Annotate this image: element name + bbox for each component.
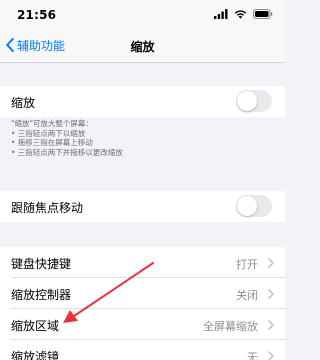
footnote-line: "缩放"可放大整个屏幕： xyxy=(11,119,93,128)
chevron-right-icon xyxy=(268,289,274,299)
footnote-line: • 三指轻点两下以缩放 xyxy=(11,128,86,138)
row-label: 缩放滤镜 xyxy=(11,350,60,360)
follow-focus-label: 跟随焦点移动 xyxy=(11,201,84,215)
row-value: 关闭 xyxy=(236,289,258,302)
zoom-controller-row[interactable]: 缩放控制器 关闭 xyxy=(0,278,285,309)
wifi-icon xyxy=(234,10,247,19)
zoom-filter-row[interactable]: 缩放滤镜 无 xyxy=(0,340,285,360)
status-icons xyxy=(214,9,273,19)
zoom-region-row[interactable]: 缩放区域 全屏幕缩放 xyxy=(0,309,285,340)
toggle-knob xyxy=(237,196,257,216)
page-title: 缩放 xyxy=(130,40,155,54)
row-value: 全屏幕缩放 xyxy=(203,320,258,333)
row-label: 缩放区域 xyxy=(11,319,60,333)
row-value: 打开 xyxy=(236,258,258,271)
zoom-label: 缩放 xyxy=(11,96,36,110)
toggle-knob xyxy=(237,91,257,111)
zoom-settings-screen: 21:56 辅助功能 缩放 缩放 "缩放"可放大整个屏幕： • 三指轻点两下以缩… xyxy=(0,0,285,360)
follow-focus-toggle[interactable] xyxy=(236,195,272,217)
row-label: 键盘快捷键 xyxy=(11,257,72,271)
navigation-bar: 辅助功能 缩放 xyxy=(0,28,285,63)
status-bar: 21:56 xyxy=(0,0,285,28)
zoom-toggle[interactable] xyxy=(236,90,272,112)
row-value: 无 xyxy=(247,351,258,360)
chevron-right-icon xyxy=(268,351,274,360)
battery-icon xyxy=(253,9,273,19)
status-time: 21:56 xyxy=(17,8,57,22)
footnote-line: • 三指轻点两下并拖移以更改缩放 xyxy=(11,147,123,157)
chevron-right-icon xyxy=(268,258,274,268)
keyboard-shortcuts-row[interactable]: 键盘快捷键 打开 xyxy=(0,247,285,278)
zoom-footnote: "缩放"可放大整个屏幕： • 三指轻点两下以缩放 • 拖移三指在屏幕上移动 • … xyxy=(11,119,271,157)
chevron-right-icon xyxy=(268,320,274,330)
zoom-toggle-cell: 缩放 xyxy=(0,86,285,117)
signal-icon xyxy=(214,9,228,19)
follow-focus-cell: 跟随焦点移动 xyxy=(0,191,285,222)
row-label: 缩放控制器 xyxy=(11,288,72,302)
footnote-line: • 拖移三指在屏幕上移动 xyxy=(11,138,93,147)
